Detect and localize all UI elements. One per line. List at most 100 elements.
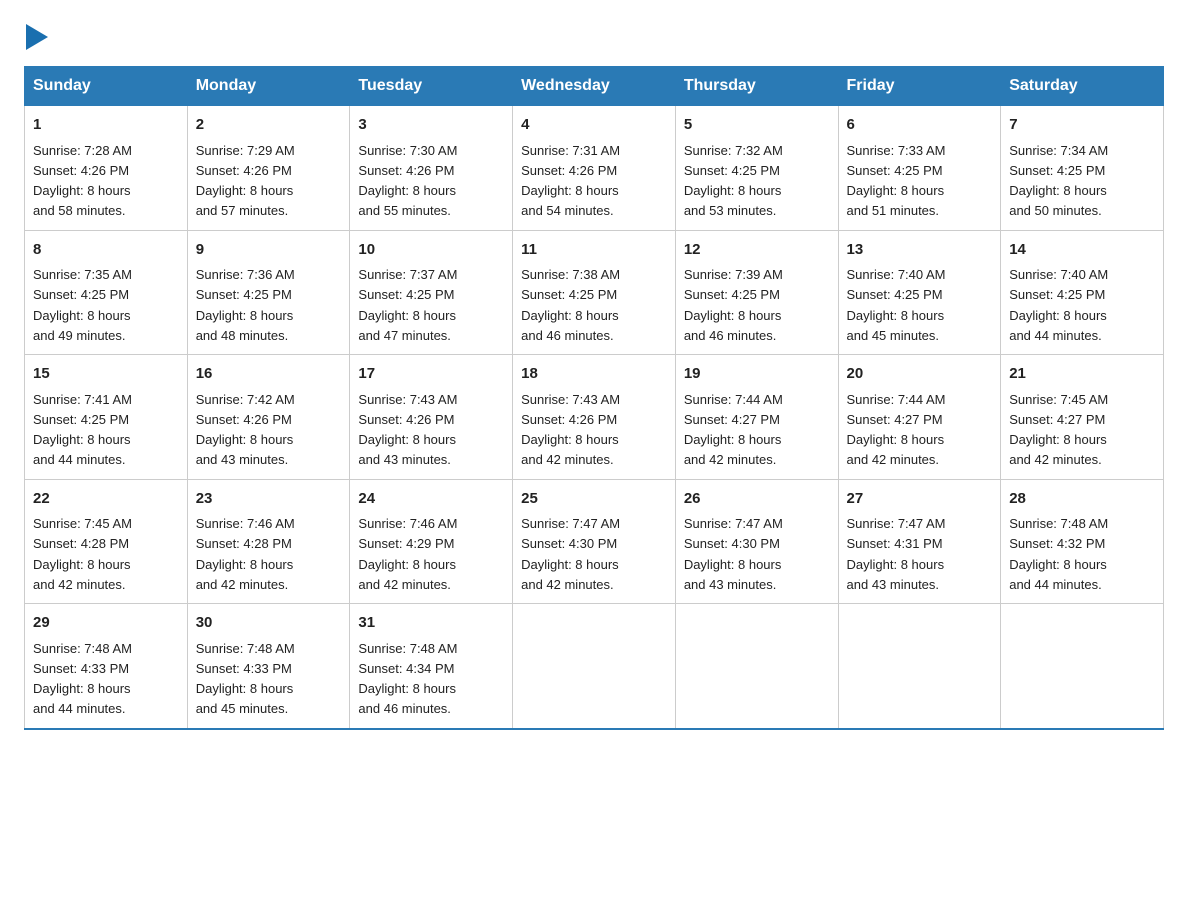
day-cell: 18 Sunrise: 7:43 AMSunset: 4:26 PMDayligh…: [513, 355, 676, 480]
day-number: 7: [1009, 114, 1155, 137]
day-number: 30: [196, 612, 342, 635]
day-info: Sunrise: 7:38 AMSunset: 4:25 PMDaylight:…: [521, 267, 620, 343]
weekday-header-row: SundayMondayTuesdayWednesdayThursdayFrid…: [25, 67, 1164, 106]
day-number: 25: [521, 488, 667, 511]
day-info: Sunrise: 7:40 AMSunset: 4:25 PMDaylight:…: [847, 267, 946, 343]
day-cell: 8Sunrise: 7:35 AMSunset: 4:25 PMDaylight…: [25, 230, 188, 355]
weekday-header-monday: Monday: [187, 67, 350, 106]
day-number: 16: [196, 363, 342, 386]
day-cell: 28 Sunrise: 7:48 AMSunset: 4:32 PMDayligh…: [1001, 479, 1164, 604]
week-row-2: 8Sunrise: 7:35 AMSunset: 4:25 PMDaylight…: [25, 230, 1164, 355]
day-info: Sunrise: 7:45 AMSunset: 4:27 PMDaylight:…: [1009, 392, 1108, 468]
day-number: 3: [358, 114, 504, 137]
day-number: 19: [684, 363, 830, 386]
day-cell: 3 Sunrise: 7:30 AMSunset: 4:26 PMDaylight…: [350, 106, 513, 231]
day-cell: 30 Sunrise: 7:48 AMSunset: 4:33 PMDayligh…: [187, 604, 350, 729]
day-info: Sunrise: 7:31 AMSunset: 4:26 PMDaylight:…: [521, 143, 620, 219]
day-cell: 4 Sunrise: 7:31 AMSunset: 4:26 PMDaylight…: [513, 106, 676, 231]
day-cell: 5 Sunrise: 7:32 AMSunset: 4:25 PMDaylight…: [675, 106, 838, 231]
day-info: Sunrise: 7:33 AMSunset: 4:25 PMDaylight:…: [847, 143, 946, 219]
day-cell: 2 Sunrise: 7:29 AMSunset: 4:26 PMDaylight…: [187, 106, 350, 231]
day-info: Sunrise: 7:48 AMSunset: 4:32 PMDaylight:…: [1009, 516, 1108, 592]
day-info: Sunrise: 7:35 AMSunset: 4:25 PMDaylight:…: [33, 267, 132, 343]
week-row-4: 22 Sunrise: 7:45 AMSunset: 4:28 PMDayligh…: [25, 479, 1164, 604]
day-number: 24: [358, 488, 504, 511]
day-info: Sunrise: 7:43 AMSunset: 4:26 PMDaylight:…: [521, 392, 620, 468]
weekday-header-saturday: Saturday: [1001, 67, 1164, 106]
day-number: 13: [847, 239, 993, 262]
day-number: 4: [521, 114, 667, 137]
day-cell: 24 Sunrise: 7:46 AMSunset: 4:29 PMDayligh…: [350, 479, 513, 604]
day-cell: 20 Sunrise: 7:44 AMSunset: 4:27 PMDayligh…: [838, 355, 1001, 480]
day-cell: 19 Sunrise: 7:44 AMSunset: 4:27 PMDayligh…: [675, 355, 838, 480]
day-info: Sunrise: 7:43 AMSunset: 4:26 PMDaylight:…: [358, 392, 457, 468]
day-number: 5: [684, 114, 830, 137]
day-cell: 31Sunrise: 7:48 AMSunset: 4:34 PMDayligh…: [350, 604, 513, 729]
day-number: 6: [847, 114, 993, 137]
day-number: 1: [33, 114, 179, 137]
day-number: 22: [33, 488, 179, 511]
page-header: [24, 24, 1164, 50]
day-cell: 16 Sunrise: 7:42 AMSunset: 4:26 PMDayligh…: [187, 355, 350, 480]
day-cell: 14Sunrise: 7:40 AMSunset: 4:25 PMDayligh…: [1001, 230, 1164, 355]
day-cell: 1Sunrise: 7:28 AMSunset: 4:26 PMDaylight…: [25, 106, 188, 231]
weekday-header-sunday: Sunday: [25, 67, 188, 106]
day-info: Sunrise: 7:37 AMSunset: 4:25 PMDaylight:…: [358, 267, 457, 343]
day-number: 12: [684, 239, 830, 262]
day-number: 9: [196, 239, 342, 262]
day-cell: 21 Sunrise: 7:45 AMSunset: 4:27 PMDayligh…: [1001, 355, 1164, 480]
day-cell: 22 Sunrise: 7:45 AMSunset: 4:28 PMDayligh…: [25, 479, 188, 604]
day-cell: 29 Sunrise: 7:48 AMSunset: 4:33 PMDayligh…: [25, 604, 188, 729]
day-number: 23: [196, 488, 342, 511]
day-cell: 26Sunrise: 7:47 AMSunset: 4:30 PMDayligh…: [675, 479, 838, 604]
day-number: 26: [684, 488, 830, 511]
day-info: Sunrise: 7:42 AMSunset: 4:26 PMDaylight:…: [196, 392, 295, 468]
day-number: 10: [358, 239, 504, 262]
day-info: Sunrise: 7:45 AMSunset: 4:28 PMDaylight:…: [33, 516, 132, 592]
day-cell: 12 Sunrise: 7:39 AMSunset: 4:25 PMDayligh…: [675, 230, 838, 355]
day-info: Sunrise: 7:36 AMSunset: 4:25 PMDaylight:…: [196, 267, 295, 343]
day-info: Sunrise: 7:44 AMSunset: 4:27 PMDaylight:…: [847, 392, 946, 468]
week-row-3: 15 Sunrise: 7:41 AMSunset: 4:25 PMDayligh…: [25, 355, 1164, 480]
day-info: Sunrise: 7:40 AMSunset: 4:25 PMDaylight:…: [1009, 267, 1108, 343]
day-info: Sunrise: 7:44 AMSunset: 4:27 PMDaylight:…: [684, 392, 783, 468]
weekday-header-friday: Friday: [838, 67, 1001, 106]
logo: [24, 24, 48, 50]
day-number: 27: [847, 488, 993, 511]
day-cell: 13 Sunrise: 7:40 AMSunset: 4:25 PMDayligh…: [838, 230, 1001, 355]
day-info: Sunrise: 7:47 AMSunset: 4:30 PMDaylight:…: [521, 516, 620, 592]
day-cell: 10 Sunrise: 7:37 AMSunset: 4:25 PMDayligh…: [350, 230, 513, 355]
day-info: Sunrise: 7:30 AMSunset: 4:26 PMDaylight:…: [358, 143, 457, 219]
weekday-header-thursday: Thursday: [675, 67, 838, 106]
day-cell: 23 Sunrise: 7:46 AMSunset: 4:28 PMDayligh…: [187, 479, 350, 604]
day-cell: 17 Sunrise: 7:43 AMSunset: 4:26 PMDayligh…: [350, 355, 513, 480]
day-number: 2: [196, 114, 342, 137]
day-info: Sunrise: 7:46 AMSunset: 4:29 PMDaylight:…: [358, 516, 457, 592]
day-number: 15: [33, 363, 179, 386]
day-number: 11: [521, 239, 667, 262]
day-number: 20: [847, 363, 993, 386]
day-info: Sunrise: 7:46 AMSunset: 4:28 PMDaylight:…: [196, 516, 295, 592]
day-info: Sunrise: 7:39 AMSunset: 4:25 PMDaylight:…: [684, 267, 783, 343]
day-info: Sunrise: 7:48 AMSunset: 4:34 PMDaylight:…: [358, 641, 457, 717]
day-cell: 27 Sunrise: 7:47 AMSunset: 4:31 PMDayligh…: [838, 479, 1001, 604]
logo-arrow-icon: [26, 24, 48, 50]
day-cell: [1001, 604, 1164, 729]
day-info: Sunrise: 7:29 AMSunset: 4:26 PMDaylight:…: [196, 143, 295, 219]
day-cell: [838, 604, 1001, 729]
day-number: 29: [33, 612, 179, 635]
weekday-header-tuesday: Tuesday: [350, 67, 513, 106]
day-number: 17: [358, 363, 504, 386]
day-info: Sunrise: 7:41 AMSunset: 4:25 PMDaylight:…: [33, 392, 132, 468]
weekday-header-wednesday: Wednesday: [513, 67, 676, 106]
day-info: Sunrise: 7:32 AMSunset: 4:25 PMDaylight:…: [684, 143, 783, 219]
week-row-1: 1Sunrise: 7:28 AMSunset: 4:26 PMDaylight…: [25, 106, 1164, 231]
day-number: 21: [1009, 363, 1155, 386]
day-info: Sunrise: 7:48 AMSunset: 4:33 PMDaylight:…: [33, 641, 132, 717]
day-info: Sunrise: 7:48 AMSunset: 4:33 PMDaylight:…: [196, 641, 295, 717]
day-info: Sunrise: 7:47 AMSunset: 4:31 PMDaylight:…: [847, 516, 946, 592]
day-number: 28: [1009, 488, 1155, 511]
day-cell: 7 Sunrise: 7:34 AMSunset: 4:25 PMDaylight…: [1001, 106, 1164, 231]
day-number: 18: [521, 363, 667, 386]
day-info: Sunrise: 7:34 AMSunset: 4:25 PMDaylight:…: [1009, 143, 1108, 219]
